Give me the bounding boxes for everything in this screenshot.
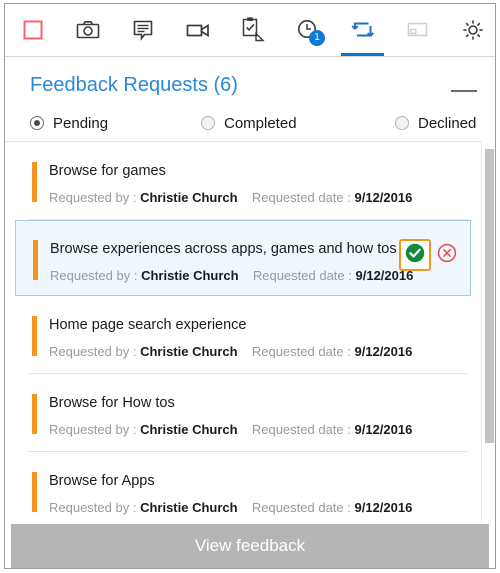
requested-by-label: Requested by : <box>49 500 137 515</box>
requested-by-label: Requested by : <box>49 190 137 205</box>
requested-by-value: Christie Church <box>140 500 238 515</box>
table-row[interactable]: Browse for Apps Requested by : Christie … <box>5 452 481 523</box>
request-meta: Requested by : Christie Church Requested… <box>50 268 413 283</box>
table-row[interactable]: Home page search experience Requested by… <box>5 296 481 374</box>
feedback-requests-button[interactable] <box>335 4 390 56</box>
radio-declined-label: Declined <box>418 114 477 132</box>
clipboard-check-icon <box>238 15 268 45</box>
requested-date-value: 9/12/2016 <box>354 344 413 359</box>
feedback-request-list-inner: Browse for games Requested by : Christie… <box>5 142 481 523</box>
minimize-icon <box>451 90 477 92</box>
record-video-button[interactable] <box>170 4 225 56</box>
decline-request-button[interactable] <box>434 242 460 268</box>
gear-icon <box>460 17 486 43</box>
comment-bubble-icon <box>130 17 156 43</box>
row-accent-bar <box>32 162 37 202</box>
monitor-icon <box>405 17 431 43</box>
row-accent-bar <box>32 394 37 434</box>
history-button[interactable]: 1 <box>280 4 335 56</box>
red-x-circle-icon <box>436 242 458 269</box>
row-accent-bar <box>32 316 37 356</box>
requested-date-label: Requested date : <box>252 268 352 283</box>
scrollbar-thumb[interactable] <box>485 149 494 443</box>
requested-date-value: 9/12/2016 <box>354 422 413 437</box>
radio-completed[interactable]: Completed <box>201 112 297 134</box>
radio-declined-indicator <box>395 116 409 130</box>
row-accent-bar <box>33 240 38 280</box>
window-frame: 1 Feedback Requests (6) Pending Complete… <box>4 3 496 569</box>
toolbar-group-workflow: 1 <box>225 4 390 56</box>
requested-by-value: Christie Church <box>140 422 238 437</box>
toolbar-group-tools <box>390 4 500 56</box>
request-meta: Requested by : Christie Church Requested… <box>49 190 412 205</box>
requested-date-label: Requested date : <box>251 344 351 359</box>
view-feedback-button[interactable]: View feedback <box>11 524 489 568</box>
request-title: Home page search experience <box>49 317 247 333</box>
table-row[interactable]: Browse for How tos Requested by : Christ… <box>5 374 481 452</box>
accept-request-button[interactable] <box>399 239 431 271</box>
feedback-requests-window: 1 Feedback Requests (6) Pending Complete… <box>0 0 500 573</box>
toolbar-group-capture-stop <box>5 4 60 56</box>
comment-button[interactable] <box>115 4 170 56</box>
stop-recording-button[interactable] <box>5 4 60 56</box>
toolbar: 1 <box>5 4 495 57</box>
request-title: Browse for Apps <box>49 473 155 489</box>
radio-completed-indicator <box>201 116 215 130</box>
requested-by-value: Christie Church <box>140 190 238 205</box>
row-accent-bar <box>32 472 37 512</box>
status-filter-group: Pending Completed Declined <box>5 112 495 140</box>
list-scrollbar[interactable] <box>481 141 495 523</box>
requested-date-label: Requested date : <box>251 500 351 515</box>
request-meta: Requested by : Christie Church Requested… <box>49 344 412 359</box>
repeat-loop-icon <box>349 17 377 43</box>
view-feedback-label: View feedback <box>194 536 306 555</box>
active-tab-indicator <box>341 53 384 56</box>
requested-by-label: Requested by : <box>50 268 138 283</box>
radio-completed-label: Completed <box>224 114 297 132</box>
tasks-button[interactable] <box>225 4 280 56</box>
requested-date-label: Requested date : <box>251 422 351 437</box>
requested-date-value: 9/12/2016 <box>354 190 413 205</box>
requested-by-value: Christie Church <box>141 268 239 283</box>
red-square-icon <box>21 18 45 42</box>
toolbar-group-capture <box>60 4 225 56</box>
request-meta: Requested by : Christie Church Requested… <box>49 422 412 437</box>
request-title: Browse experiences across apps, games an… <box>50 241 397 257</box>
table-row-selected[interactable]: Browse experiences across apps, games an… <box>15 220 471 296</box>
requested-date-value: 9/12/2016 <box>354 500 413 515</box>
table-row[interactable]: Browse for games Requested by : Christie… <box>5 142 481 220</box>
screen-share-button[interactable] <box>390 4 445 56</box>
request-title: Browse for games <box>49 163 166 179</box>
requested-by-label: Requested by : <box>49 422 137 437</box>
request-meta: Requested by : Christie Church Requested… <box>49 500 412 515</box>
page-title: Feedback Requests (6) <box>30 74 238 96</box>
settings-button[interactable] <box>445 4 500 56</box>
radio-pending[interactable]: Pending <box>30 112 108 134</box>
requested-by-label: Requested by : <box>49 344 137 359</box>
request-title: Browse for How tos <box>49 395 175 411</box>
green-check-icon <box>404 242 426 269</box>
radio-pending-indicator <box>30 116 44 130</box>
radio-declined[interactable]: Declined <box>395 112 476 134</box>
minimize-button[interactable] <box>451 82 477 98</box>
row-action-group <box>399 239 460 271</box>
video-camera-icon <box>184 17 212 43</box>
camera-icon <box>75 17 101 43</box>
requested-date-label: Requested date : <box>251 190 351 205</box>
feedback-request-list: Browse for games Requested by : Christie… <box>5 141 495 523</box>
history-badge: 1 <box>309 30 325 46</box>
radio-pending-label: Pending <box>53 114 109 132</box>
requested-by-value: Christie Church <box>140 344 238 359</box>
screenshot-button[interactable] <box>60 4 115 56</box>
